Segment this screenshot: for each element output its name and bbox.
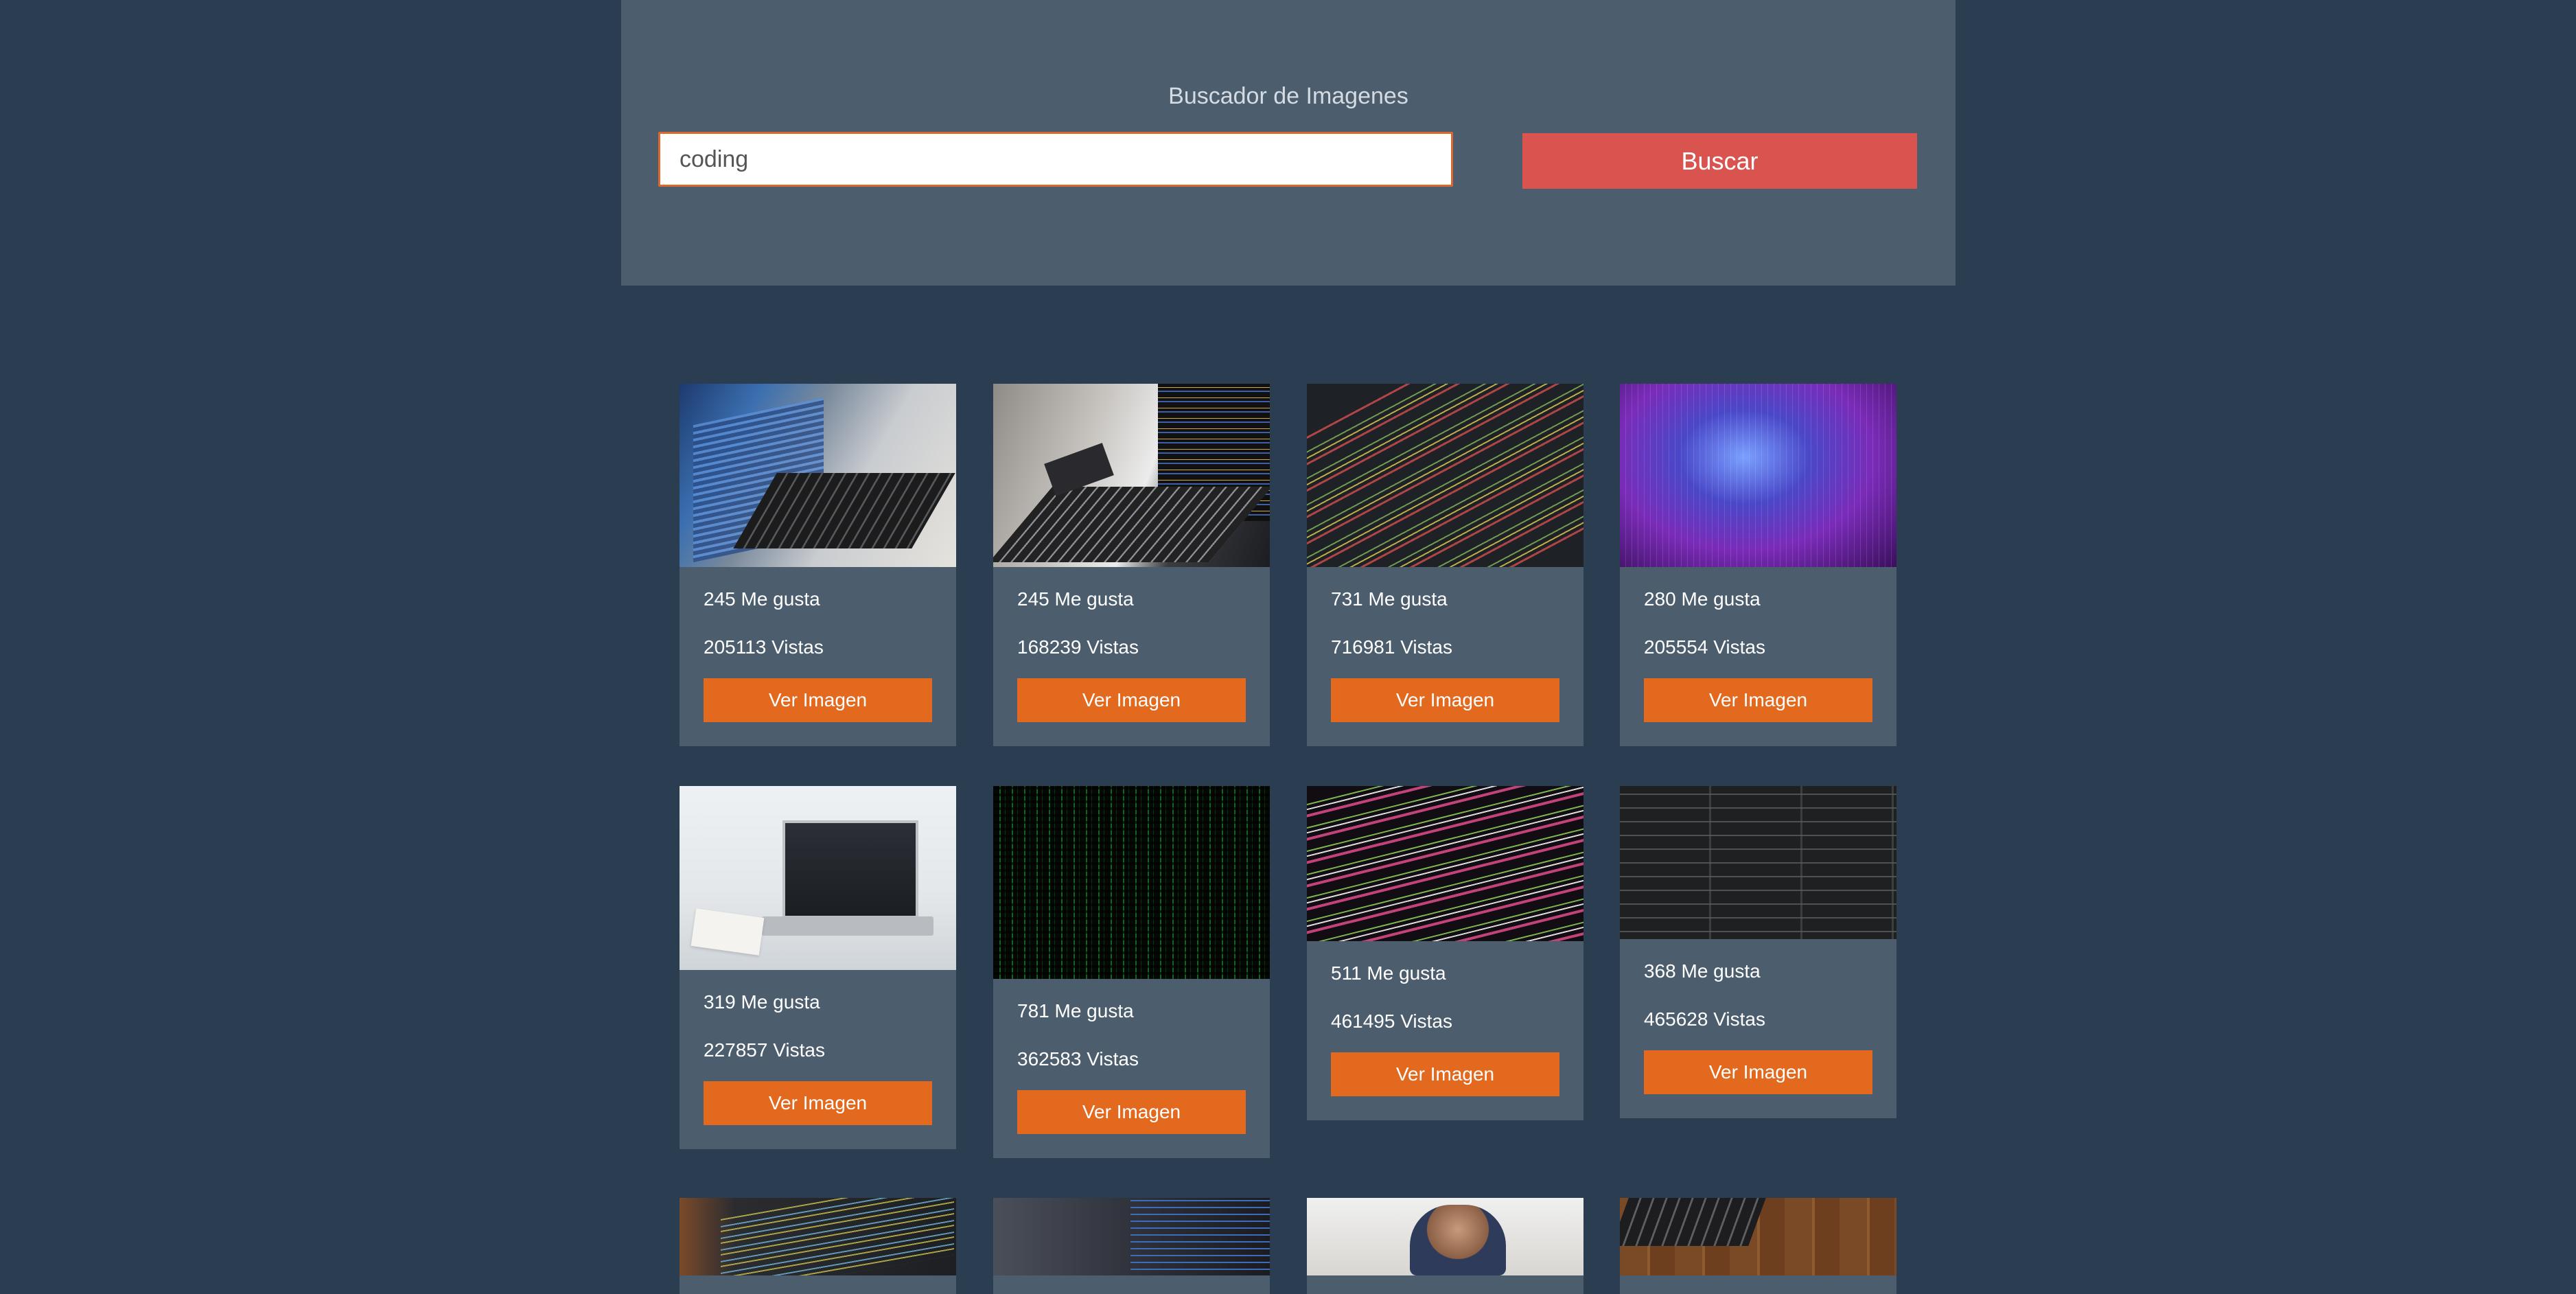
image-card [1307, 1198, 1583, 1294]
page-title: Buscador de Imagenes [1168, 83, 1408, 109]
image-thumbnail [1307, 384, 1583, 567]
image-thumbnail [680, 1198, 956, 1275]
likes-count: 319 Me gusta [704, 991, 820, 1013]
views-count: 227857 Vistas [704, 1039, 825, 1061]
image-card [680, 1198, 956, 1294]
view-image-button[interactable]: Ver Imagen [1017, 678, 1246, 722]
image-card: 280 Me gusta 205554 Vistas Ver Imagen [1620, 384, 1896, 746]
image-thumbnail [680, 786, 956, 970]
views-count: 205554 Vistas [1644, 636, 1765, 658]
image-thumbnail [993, 1198, 1270, 1275]
image-thumbnail [1307, 786, 1583, 941]
views-count: 168239 Vistas [1017, 636, 1139, 658]
view-image-button[interactable]: Ver Imagen [704, 678, 932, 722]
image-thumbnail [1620, 786, 1896, 939]
view-image-button[interactable]: Ver Imagen [1331, 1052, 1559, 1096]
likes-count: 368 Me gusta [1644, 960, 1761, 982]
image-thumbnail [993, 786, 1270, 979]
likes-count: 781 Me gusta [1017, 1000, 1134, 1021]
image-thumbnail [1307, 1198, 1583, 1275]
views-count: 461495 Vistas [1331, 1010, 1452, 1032]
image-card: 245 Me gusta 168239 Vistas Ver Imagen [993, 384, 1270, 746]
views-count: 716981 Vistas [1331, 636, 1452, 658]
image-card [1620, 1198, 1896, 1294]
search-button[interactable]: Buscar [1522, 133, 1917, 189]
image-thumbnail [1620, 1198, 1896, 1275]
image-card: 511 Me gusta 461495 Vistas Ver Imagen [1307, 786, 1583, 1120]
likes-count: 280 Me gusta [1644, 588, 1761, 610]
image-thumbnail [680, 384, 956, 567]
likes-count: 245 Me gusta [1017, 588, 1134, 610]
image-thumbnail [993, 384, 1270, 567]
view-image-button[interactable]: Ver Imagen [1644, 678, 1872, 722]
search-header: Buscador de Imagenes Buscar [621, 0, 1956, 286]
view-image-button[interactable]: Ver Imagen [704, 1081, 932, 1125]
search-input[interactable] [658, 132, 1453, 187]
view-image-button[interactable]: Ver Imagen [1644, 1050, 1872, 1094]
image-card: 245 Me gusta 205113 Vistas Ver Imagen [680, 384, 956, 746]
views-count: 362583 Vistas [1017, 1048, 1139, 1070]
image-card: 731 Me gusta 716981 Vistas Ver Imagen [1307, 384, 1583, 746]
image-card: 368 Me gusta 465628 Vistas Ver Imagen [1620, 786, 1896, 1118]
image-thumbnail [1620, 384, 1896, 567]
view-image-button[interactable]: Ver Imagen [1017, 1090, 1246, 1134]
image-card: 781 Me gusta 362583 Vistas Ver Imagen [993, 786, 1270, 1158]
view-image-button[interactable]: Ver Imagen [1331, 678, 1559, 722]
likes-count: 511 Me gusta [1331, 962, 1446, 984]
image-card: 319 Me gusta 227857 Vistas Ver Imagen [680, 786, 956, 1149]
image-card [993, 1198, 1270, 1294]
likes-count: 731 Me gusta [1331, 588, 1448, 610]
views-count: 205113 Vistas [704, 636, 824, 658]
likes-count: 245 Me gusta [704, 588, 820, 610]
views-count: 465628 Vistas [1644, 1008, 1765, 1030]
